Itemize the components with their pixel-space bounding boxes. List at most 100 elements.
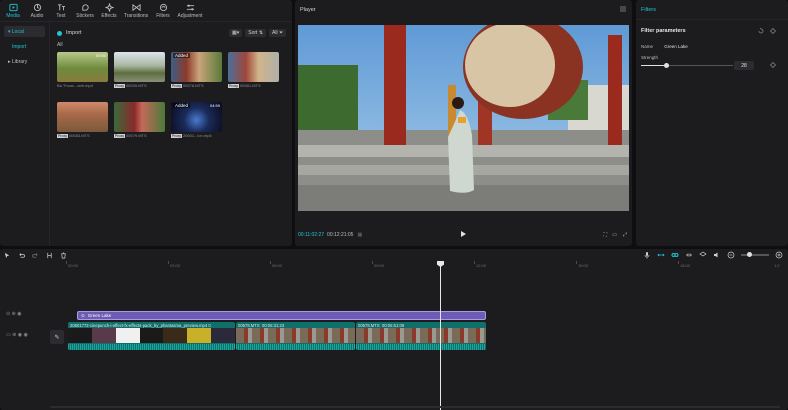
nav-media[interactable]: Media xyxy=(2,1,24,21)
player-title: Player xyxy=(300,7,316,13)
ruler-tick xyxy=(66,261,67,264)
filter-all-button[interactable]: All ⏷ xyxy=(269,29,286,37)
nav-effects-label: Effects xyxy=(101,13,117,19)
view-toggle-button[interactable]: ▦▾ xyxy=(229,29,243,37)
timeline-scrollbar[interactable] xyxy=(50,406,780,408)
media-item[interactable]: Added Proxy 00578.MTS xyxy=(171,52,222,96)
zoom-out-icon[interactable] xyxy=(727,251,735,259)
nav-effects[interactable]: Effects xyxy=(98,1,120,21)
video-preview[interactable] xyxy=(298,25,629,211)
strength-keyframe-icon[interactable] xyxy=(770,62,776,68)
preview-axis-icon[interactable] xyxy=(699,251,707,259)
cover-button[interactable]: ✎ xyxy=(50,330,64,344)
strength-slider[interactable] xyxy=(641,63,733,68)
main-track-magnet-icon[interactable] xyxy=(657,251,665,259)
reset-icon[interactable] xyxy=(758,28,764,34)
sidebar-item-library[interactable]: ▸ Library xyxy=(4,56,45,67)
ratio-icon[interactable]: ▭ xyxy=(612,232,617,238)
nav-filters[interactable]: Filters xyxy=(152,1,174,21)
redo-icon[interactable] xyxy=(32,252,39,259)
volume-icon[interactable] xyxy=(713,251,721,259)
all-section-label: All xyxy=(57,42,63,48)
sort-icon: ⇅ xyxy=(258,30,264,36)
media-item[interactable]: 00:50 Ba Thuoc...anh.mp4 xyxy=(57,52,108,96)
timeline-ruler[interactable]: 00:00 03:00 06:00 09:00 12:00 15:00 18:0… xyxy=(66,261,788,271)
media-item[interactable]: Proxy 00539.MTS xyxy=(114,52,165,96)
zoom-slider[interactable] xyxy=(741,252,769,257)
split-icon[interactable] xyxy=(46,252,53,259)
import-icon xyxy=(57,30,62,36)
linkage-icon[interactable] xyxy=(685,251,693,259)
filter-clip[interactable]: ⊙ Green Lake xyxy=(77,311,486,320)
nav-stickers[interactable]: Stickers xyxy=(74,1,96,21)
media-name-row: Proxy 00539.MTS xyxy=(114,83,165,88)
proxy-tag: Proxy xyxy=(171,84,182,88)
nav-adjustment[interactable]: Adjustment xyxy=(176,1,204,21)
menu-icon[interactable] xyxy=(620,6,626,12)
timeline-toolbar xyxy=(0,249,788,261)
clip-frame xyxy=(91,328,116,343)
media-item[interactable]: Proxy 00581.MTS xyxy=(228,52,279,96)
strength-slider-knob[interactable] xyxy=(664,63,670,68)
undo-icon[interactable] xyxy=(18,252,25,259)
playhead[interactable] xyxy=(440,261,441,410)
top-nav: Media Audio Text Stickers Effects Transi… xyxy=(0,0,292,22)
sidebar-item-import[interactable]: Import xyxy=(4,41,45,52)
audio-waveform xyxy=(356,344,486,350)
filter-track-lock-icon[interactable]: ⊙ ⊕ ◉ xyxy=(6,311,22,317)
sidebar-item-local[interactable]: ▾ Local xyxy=(4,26,45,37)
video-frame xyxy=(298,25,629,211)
video-clip[interactable]: 00578.MTS 00:05:51:09 xyxy=(356,322,486,350)
clip-label: 00578.MTS xyxy=(238,323,260,328)
play-button[interactable] xyxy=(461,231,466,237)
keyframe-icon[interactable] xyxy=(770,28,776,34)
import-button[interactable]: Import xyxy=(57,30,82,36)
select-tool-icon[interactable] xyxy=(4,252,11,259)
clip-frame xyxy=(211,328,235,343)
proxy-tag: Proxy xyxy=(57,134,68,138)
ruler-tick xyxy=(270,261,271,264)
media-panel: Media Audio Text Stickers Effects Transi… xyxy=(0,0,292,246)
media-name-row: Proxy 00578.MTS xyxy=(171,83,222,88)
filter-name-row: Name Green Lake xyxy=(641,44,688,49)
sort-label: Sort xyxy=(248,30,258,36)
fullscreen-icon[interactable]: ⤢ xyxy=(623,232,627,238)
effects-icon xyxy=(104,3,114,12)
media-name-row: Proxy 20601...ion.mp4 xyxy=(171,133,222,138)
nav-text[interactable]: Text xyxy=(50,1,72,21)
video-track: 20601772-cinepunch-i-effect-fx-effects-p… xyxy=(68,322,486,350)
strength-input[interactable]: 28 xyxy=(734,61,754,70)
auto-snap-icon[interactable] xyxy=(671,251,679,259)
nav-media-label: Media xyxy=(6,13,20,19)
video-clip[interactable]: 00578.MTS 00:05:31:23 xyxy=(236,322,355,350)
ruler-label: 18:00 xyxy=(680,263,691,268)
video-track-controls[interactable]: ▭ ⊕ ◉ ◉ xyxy=(6,332,28,338)
clip-frame xyxy=(115,328,140,343)
nav-audio[interactable]: Audio xyxy=(26,1,48,21)
fit-screen-icon[interactable]: ⛶ xyxy=(603,232,607,238)
clip-frame xyxy=(68,328,92,343)
sort-button[interactable]: Sort ⇅ xyxy=(245,29,267,37)
media-name: 00578.MTS xyxy=(182,83,204,88)
audio-waveform xyxy=(68,344,235,350)
nav-stickers-label: Stickers xyxy=(76,13,94,19)
player-controls: 00:11:02:27 00:12:21:05 ▦ ⛶ ▭ ⤢ xyxy=(298,228,629,242)
media-item[interactable]: Proxy 00579.MTS xyxy=(114,102,165,146)
filters-panel: Filters Filter parameters Name Green Lak… xyxy=(636,0,788,246)
filters-tab[interactable]: Filters xyxy=(636,0,788,20)
media-name-row: Proxy 00579.MTS xyxy=(114,133,165,138)
grid-icon: ▦▾ xyxy=(232,30,240,36)
microphone-icon[interactable] xyxy=(643,251,651,259)
nav-audio-label: Audio xyxy=(30,13,44,19)
zoom-in-icon[interactable] xyxy=(775,251,783,259)
safe-area-icon[interactable]: ▦ xyxy=(357,232,362,238)
nav-transitions[interactable]: Transitions xyxy=(122,1,150,21)
thumbnail: Added xyxy=(171,52,222,82)
media-name-row: Proxy 00583.MTS xyxy=(57,133,108,138)
video-clip[interactable]: 20601772-cinepunch-i-effect-fx-effects-p… xyxy=(68,322,235,350)
thumbnail xyxy=(57,102,108,132)
media-item[interactable]: Added 04:59 Proxy 20601...ion.mp4 xyxy=(171,102,222,146)
zoom-slider-knob[interactable] xyxy=(747,252,752,257)
delete-icon[interactable] xyxy=(60,252,67,259)
media-item[interactable]: Proxy 00583.MTS xyxy=(57,102,108,146)
